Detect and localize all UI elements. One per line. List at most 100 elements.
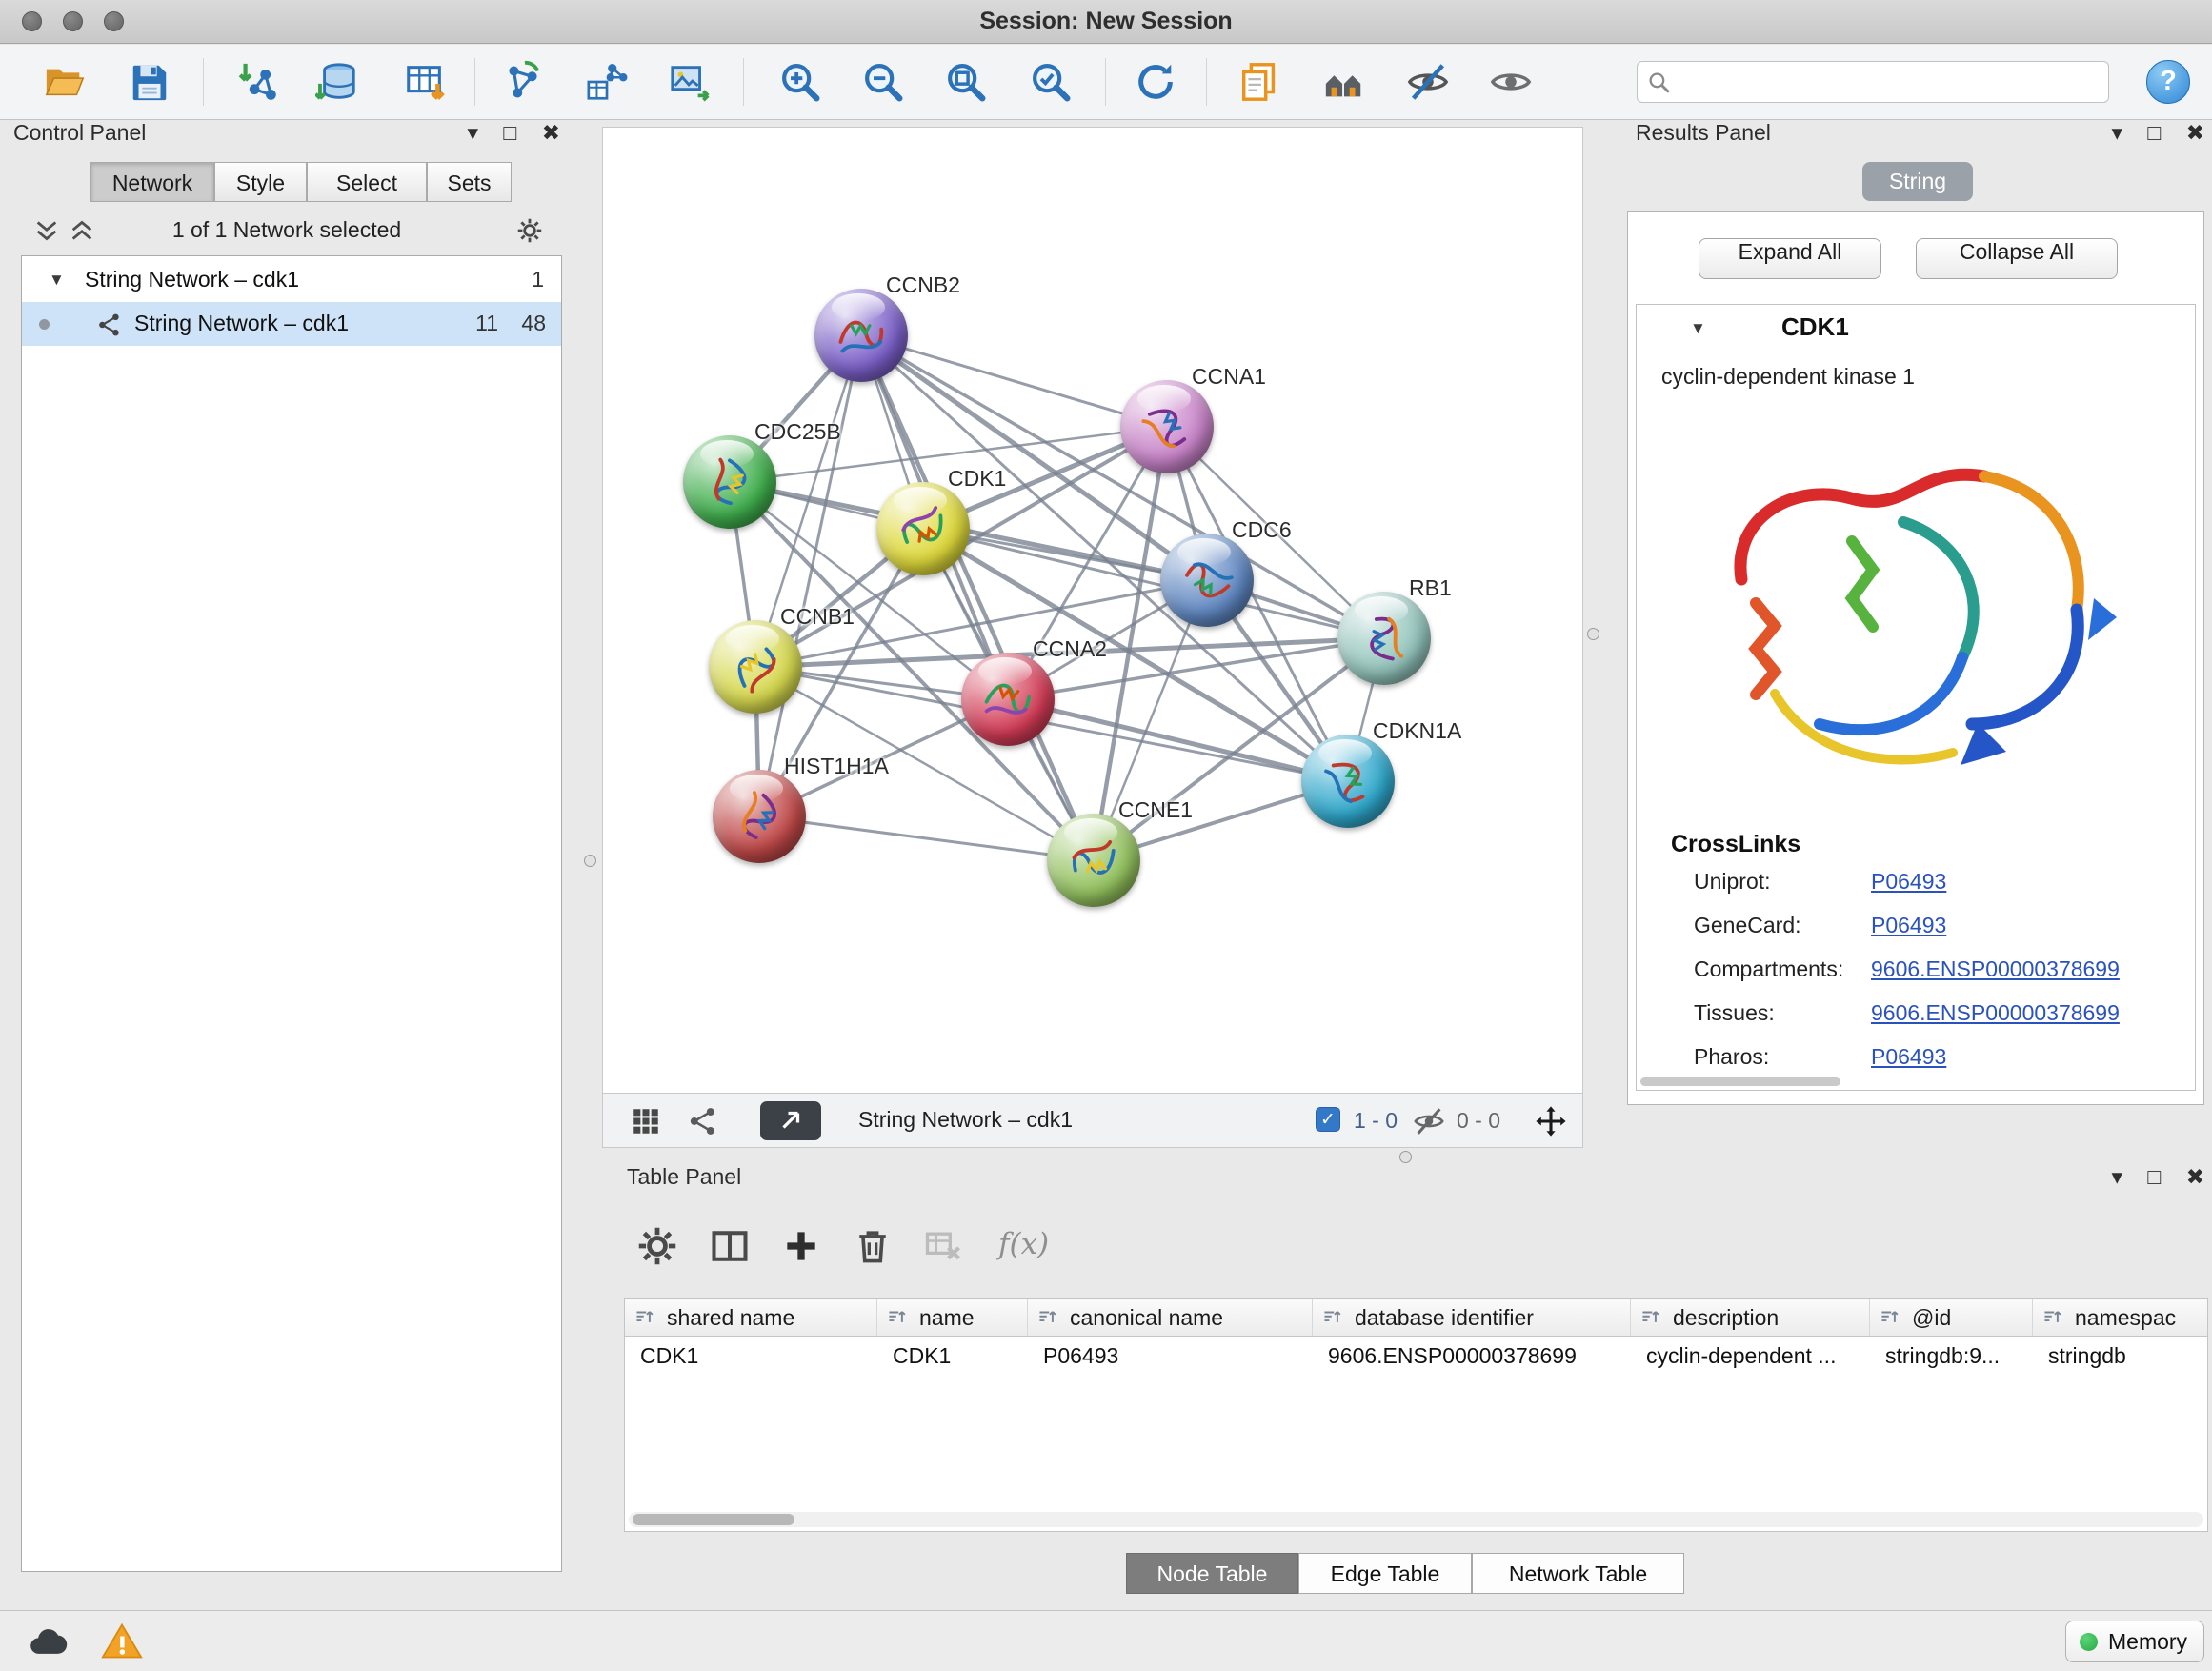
network-edge[interactable]: [861, 335, 1094, 860]
panel-collapse-icon[interactable]: ▾: [2111, 1164, 2122, 1189]
protein-structure-thumbnail: [882, 488, 964, 570]
zoom-fit-icon[interactable]: [944, 60, 988, 104]
panel-float-icon[interactable]: □: [503, 120, 516, 145]
gene-section-header[interactable]: ▼ CDK1: [1637, 305, 2195, 352]
toolbar-separator: [743, 58, 744, 106]
crosslink-row: Tissues: 9606.ENSP00000378699: [1637, 993, 2195, 1037]
column-header[interactable]: canonical name: [1028, 1299, 1313, 1336]
network-node-ccnb1[interactable]: [709, 620, 802, 714]
crosslink-link[interactable]: P06493: [1871, 913, 1946, 938]
column-header[interactable]: database identifier: [1313, 1299, 1631, 1336]
column-header[interactable]: namespac: [2033, 1299, 2207, 1336]
scrollbar-thumb[interactable]: [633, 1514, 794, 1525]
table-settings-gear-icon[interactable]: [636, 1225, 678, 1267]
save-session-icon[interactable]: [128, 60, 171, 104]
help-button[interactable]: ?: [2146, 60, 2190, 104]
network-from-table-icon[interactable]: [585, 60, 629, 104]
vertical-splitter-handle[interactable]: [584, 855, 596, 867]
panel-float-icon[interactable]: □: [2147, 120, 2161, 145]
tab-network-table[interactable]: Network Table: [1472, 1553, 1684, 1594]
function-builder-icon[interactable]: f(x): [998, 1227, 1049, 1261]
string-share-icon[interactable]: [687, 1105, 719, 1137]
gear-icon[interactable]: [516, 217, 543, 244]
open-in-new-window-button[interactable]: [760, 1101, 821, 1140]
network-edge[interactable]: [861, 335, 1167, 427]
search-input[interactable]: [1681, 64, 2101, 100]
network-node-cdc25b[interactable]: [683, 435, 776, 529]
crosslink-row: Pharos: P06493: [1637, 1037, 2195, 1080]
panel-close-icon[interactable]: ✖: [2186, 120, 2204, 145]
panel-close-icon[interactable]: ✖: [2186, 1164, 2204, 1189]
panel-collapse-icon[interactable]: ▾: [467, 120, 478, 145]
hide-selected-eye-crossed-icon[interactable]: [1406, 60, 1450, 104]
vertical-splitter-handle[interactable]: [1587, 628, 1599, 640]
tab-network[interactable]: Network: [90, 162, 214, 202]
tab-style[interactable]: Style: [214, 162, 307, 202]
column-header[interactable]: name: [877, 1299, 1028, 1336]
grid-view-icon[interactable]: [630, 1105, 662, 1137]
document-copy-icon[interactable]: [1237, 60, 1281, 104]
string-tab-badge[interactable]: String: [1862, 162, 1973, 201]
houses-icon[interactable]: [1322, 60, 1366, 104]
tab-node-table[interactable]: Node Table: [1126, 1553, 1298, 1594]
new-network-icon[interactable]: [501, 60, 545, 104]
hidden-eye-crossed-icon[interactable]: [1413, 1105, 1445, 1137]
warning-icon[interactable]: [101, 1621, 143, 1662]
crosslink-link[interactable]: 9606.ENSP00000378699: [1871, 1000, 2120, 1026]
delete-column-trash-icon[interactable]: [852, 1225, 894, 1267]
network-node-ccna1[interactable]: [1120, 380, 1214, 473]
panel-close-icon[interactable]: ✖: [542, 120, 560, 145]
open-session-icon[interactable]: [43, 60, 87, 104]
network-node-rb1[interactable]: [1337, 592, 1431, 685]
import-network-database-icon[interactable]: [315, 60, 359, 104]
show-all-eye-icon[interactable]: [1489, 60, 1533, 104]
column-type-icon: [1880, 1307, 1900, 1328]
cloud-icon[interactable]: [27, 1621, 69, 1662]
column-header[interactable]: @id: [1870, 1299, 2033, 1336]
export-image-icon[interactable]: [668, 60, 712, 104]
zoom-selected-icon[interactable]: [1029, 60, 1073, 104]
tab-sets[interactable]: Sets: [427, 162, 512, 202]
network-canvas[interactable]: CCNB2 CCNA1 CDC25B CDK1 CDC6 RB1 CCNB1 C…: [602, 127, 1583, 1094]
memory-button[interactable]: Memory: [2065, 1621, 2204, 1662]
network-row-selected[interactable]: String Network – cdk1 11 48: [22, 302, 561, 346]
add-column-plus-icon[interactable]: [780, 1225, 822, 1267]
horizontal-splitter-handle[interactable]: [1399, 1151, 1412, 1163]
panel-float-icon[interactable]: □: [2147, 1164, 2161, 1189]
crosslink-link[interactable]: P06493: [1871, 869, 1946, 895]
tab-select[interactable]: Select: [307, 162, 427, 202]
table-horizontal-scrollbar[interactable]: [629, 1512, 2203, 1527]
search-field[interactable]: [1637, 61, 2109, 103]
network-collection-row[interactable]: ▼ String Network – cdk1 1: [22, 258, 561, 302]
import-network-file-icon[interactable]: [236, 60, 280, 104]
network-node-cdc6[interactable]: [1160, 534, 1254, 627]
crosslink-link[interactable]: 9606.ENSP00000378699: [1871, 956, 2120, 982]
expander-triangle-icon[interactable]: ▼: [49, 271, 65, 290]
zoom-out-icon[interactable]: [861, 60, 905, 104]
network-edge[interactable]: [759, 335, 861, 816]
expand-all-button[interactable]: Expand All: [1699, 238, 1881, 279]
pan-crosshair-icon[interactable]: [1535, 1105, 1567, 1137]
network-node-ccnb2[interactable]: [814, 289, 908, 382]
collapse-all-button[interactable]: Collapse All: [1916, 238, 2118, 279]
network-node-ccne1[interactable]: [1047, 814, 1140, 907]
refresh-icon[interactable]: [1134, 60, 1177, 104]
expander-triangle-icon[interactable]: ▼: [1690, 319, 1706, 338]
network-node-ccna2[interactable]: [961, 653, 1055, 746]
table-row[interactable]: CDK1 CDK1 P06493 9606.ENSP00000378699 cy…: [625, 1337, 2207, 1375]
panel-collapse-icon[interactable]: ▾: [2111, 120, 2122, 145]
network-node-cdkn1a[interactable]: [1301, 735, 1395, 828]
network-edge[interactable]: [759, 816, 1094, 860]
network-node-cdk1[interactable]: [876, 482, 970, 575]
crosslink-link[interactable]: P06493: [1871, 1044, 1946, 1070]
selected-checkbox-icon[interactable]: ✓: [1316, 1107, 1340, 1132]
network-node-label: CDKN1A: [1373, 718, 1461, 744]
show-columns-icon[interactable]: [709, 1225, 751, 1267]
network-node-hist1h1a[interactable]: [713, 770, 806, 863]
column-header[interactable]: shared name: [625, 1299, 877, 1336]
tab-edge-table[interactable]: Edge Table: [1298, 1553, 1472, 1594]
section-scrollbar[interactable]: [1640, 1077, 1840, 1086]
import-table-icon[interactable]: [403, 60, 447, 104]
column-header[interactable]: description: [1631, 1299, 1870, 1336]
zoom-in-icon[interactable]: [778, 60, 822, 104]
